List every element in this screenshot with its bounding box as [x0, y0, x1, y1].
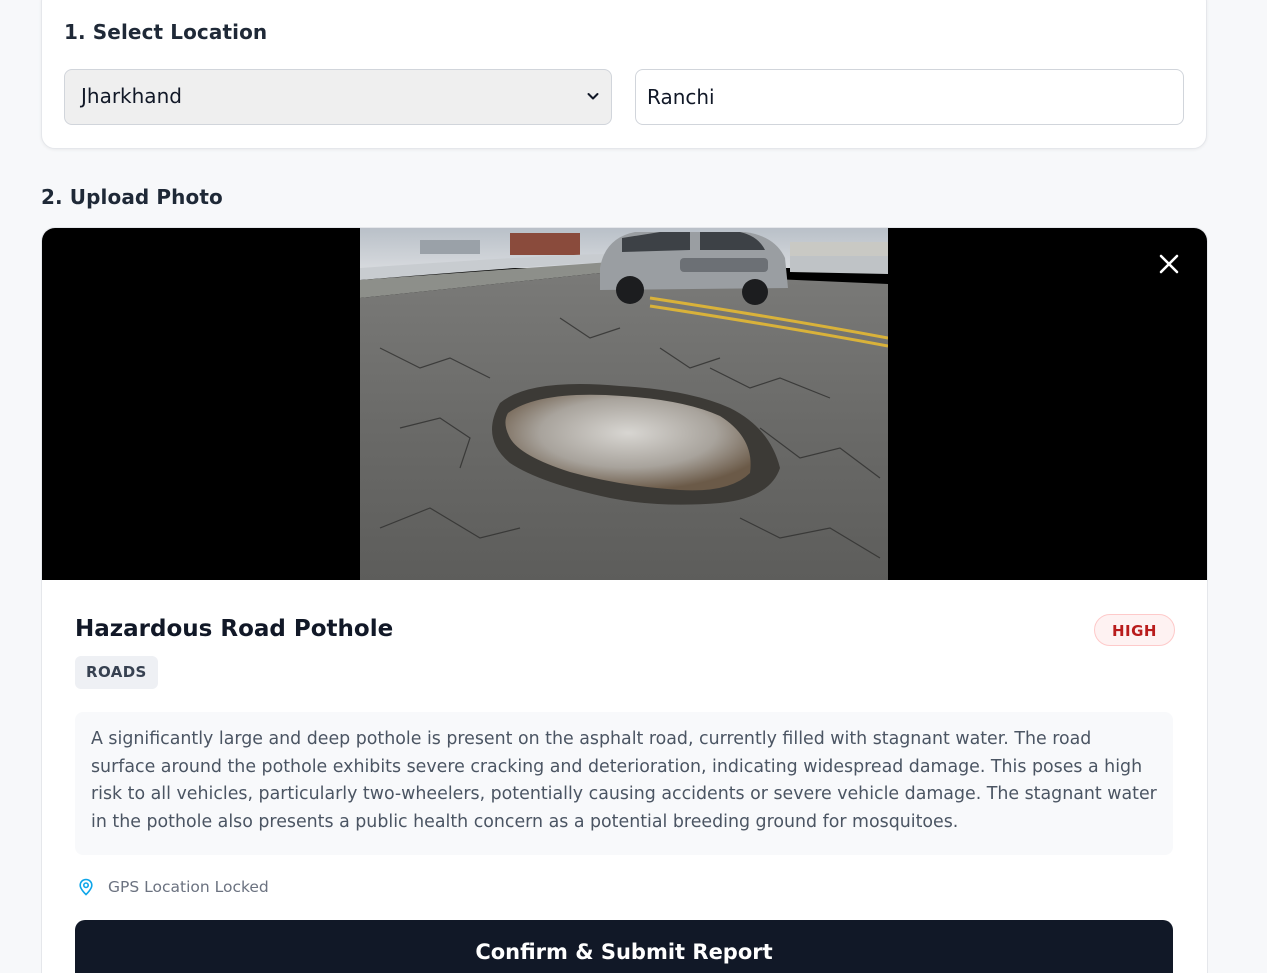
state-select[interactable]: Jharkhand	[64, 69, 612, 125]
select-location-heading: 1. Select Location	[64, 20, 268, 44]
gps-status-text: GPS Location Locked	[108, 878, 269, 896]
description-box: A significantly large and deep pothole i…	[75, 712, 1173, 855]
severity-badge: HIGH	[1093, 614, 1175, 646]
photo-preview	[42, 228, 1207, 580]
issue-title: Hazardous Road Pothole	[75, 616, 394, 642]
analysis-result-card: Hazardous Road Pothole HIGH ROADS A sign…	[41, 227, 1208, 973]
close-icon[interactable]	[1155, 250, 1183, 278]
category-badge: ROADS	[75, 656, 158, 689]
state-select-value: Jharkhand	[81, 84, 182, 108]
uploaded-photo	[360, 228, 888, 580]
city-input[interactable]	[635, 69, 1184, 125]
issue-description: A significantly large and deep pothole i…	[91, 729, 1157, 832]
location-card: 1. Select Location Jharkhand	[41, 0, 1207, 149]
chevron-down-icon	[587, 93, 599, 100]
submit-report-button[interactable]: Confirm & Submit Report	[75, 920, 1173, 973]
upload-photo-heading: 2. Upload Photo	[41, 185, 223, 209]
map-pin-icon	[79, 878, 93, 896]
gps-status: GPS Location Locked	[77, 876, 269, 898]
report-form-page: 1. Select Location Jharkhand 2. Upload P…	[0, 0, 1267, 973]
